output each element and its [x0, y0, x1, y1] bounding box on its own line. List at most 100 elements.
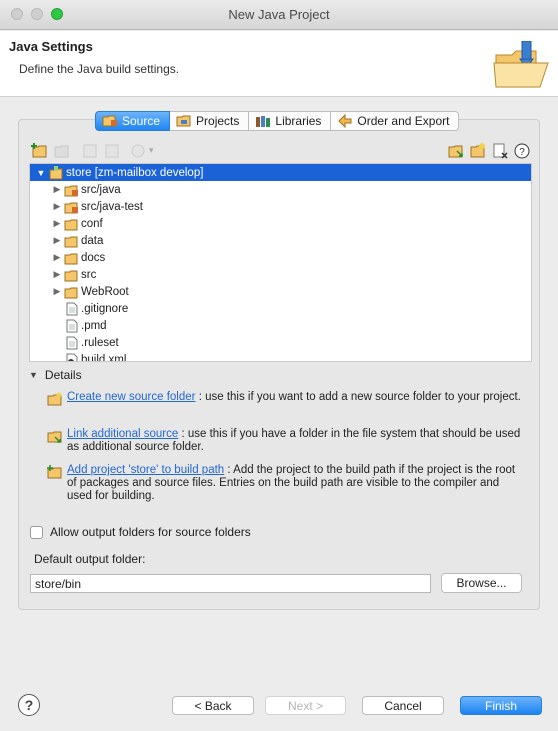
back-button[interactable]: < Back [172, 696, 254, 715]
ant-file-icon [66, 353, 78, 361]
disclosure-expanded-icon: ▼ [29, 370, 38, 380]
detail-link-additional-source: Link additional source : use this if you… [47, 428, 527, 456]
add-project-build-path-icon [47, 465, 62, 479]
detail-create-source-folder: Create new source folder : use this if y… [47, 391, 527, 419]
tree-row[interactable]: ▶ WebRoot [30, 283, 531, 300]
tree-row[interactable]: ▶ data [30, 232, 531, 249]
help-circle-icon[interactable]: ? [513, 142, 531, 160]
tree-row[interactable]: .pmd [30, 317, 531, 334]
open-folder-wizard-icon [493, 41, 549, 88]
project-icon [49, 165, 63, 179]
allow-output-folders-checkbox[interactable] [30, 525, 43, 539]
source-folder-icon [102, 115, 117, 127]
link-additional-source-link[interactable]: Link additional source [67, 428, 178, 440]
include-icon[interactable] [81, 142, 99, 160]
next-button[interactable]: Next > [265, 696, 346, 715]
cancel-button[interactable]: Cancel [362, 696, 444, 715]
detail-add-project-build-path: Add project 'store' to build path : Add … [47, 464, 527, 506]
folder-icon [64, 287, 78, 298]
source-toolbar: ▾ ? [29, 141, 532, 163]
tree-row-label: conf [81, 217, 103, 230]
tree-row[interactable]: ▶ src/java-test [30, 198, 531, 215]
svg-text:?: ? [519, 147, 525, 158]
tree-row[interactable]: ▶ src [30, 266, 531, 283]
tree-row-label: WebRoot [81, 285, 129, 298]
tab-projects-label: Projects [196, 114, 240, 128]
tree-row[interactable]: .gitignore [30, 300, 531, 317]
default-output-folder-input[interactable] [30, 574, 431, 593]
remove-from-build-path-icon[interactable] [491, 142, 509, 160]
details-label: Details [44, 368, 82, 382]
libraries-icon [256, 116, 271, 127]
detail-text: : use this if you want to add a new sour… [198, 391, 521, 403]
window-title: New Java Project [228, 7, 330, 22]
file-icon [66, 319, 78, 332]
tree-row-label: .pmd [81, 319, 107, 332]
new-folder-icon[interactable] [469, 142, 487, 160]
wizard-header: Java Settings Define the Java build sett… [0, 31, 558, 97]
exclude-icon[interactable] [103, 142, 121, 160]
folder-icon [64, 253, 78, 264]
tab-source-label: Source [122, 114, 161, 128]
page-title: Java Settings [9, 39, 93, 54]
disclosure-expanded-icon[interactable]: ▼ [36, 168, 46, 178]
tab-projects[interactable]: Projects [170, 111, 250, 131]
link-source-icon[interactable] [53, 142, 71, 160]
chevron-down-icon[interactable]: ▾ [149, 145, 154, 156]
browse-button[interactable]: Browse... [441, 573, 522, 593]
disclosure-collapsed-icon[interactable]: ▶ [52, 286, 62, 297]
allow-output-folders-label: Allow output folders for source folders [50, 525, 251, 539]
order-export-icon [338, 114, 352, 128]
new-source-folder-icon [47, 392, 62, 406]
add-project-to-build-path-link[interactable]: Add project 'store' to build path [67, 464, 224, 476]
disclosure-collapsed-icon[interactable]: ▶ [52, 184, 62, 195]
add-source-folder-icon[interactable] [31, 142, 49, 160]
folder-icon [64, 270, 78, 281]
tree-row-label: data [81, 234, 104, 247]
tree-row[interactable]: ▶ src/java [30, 181, 531, 198]
tab-libraries[interactable]: Libraries [249, 111, 332, 131]
configure-icon[interactable] [129, 142, 147, 160]
tree-row[interactable]: build.xml [30, 351, 531, 362]
disclosure-collapsed-icon[interactable]: ▶ [52, 235, 62, 246]
tab-source[interactable]: Source [95, 111, 171, 131]
disclosure-collapsed-icon[interactable]: ▶ [52, 218, 62, 229]
link-folder-icon[interactable] [447, 142, 465, 160]
folder-icon [64, 219, 78, 230]
tree-row[interactable]: ▶ conf [30, 215, 531, 232]
tree-row-label: .gitignore [81, 302, 129, 315]
file-icon [66, 336, 78, 349]
tree-row-label: docs [81, 251, 106, 264]
details-toggle[interactable]: ▼ Details [29, 368, 82, 382]
tree-row[interactable]: ▶ docs [30, 249, 531, 266]
folder-icon [64, 236, 78, 247]
package-folder-icon [64, 185, 78, 196]
link-source-folder-icon [47, 431, 62, 443]
disclosure-collapsed-icon[interactable]: ▶ [52, 201, 62, 212]
default-output-folder-label: Default output folder: [34, 552, 146, 566]
tab-order-and-export-label: Order and Export [357, 114, 450, 128]
create-source-folder-link[interactable]: Create new source folder [67, 391, 195, 403]
tree-root-label: store [zm-mailbox develop] [66, 166, 204, 179]
projects-icon [176, 115, 191, 127]
finish-button[interactable]: Finish [460, 696, 542, 715]
tree-row-label: build.xml [81, 353, 127, 362]
file-icon [66, 302, 78, 315]
tree-row-label: .ruleset [81, 336, 119, 349]
disclosure-collapsed-icon[interactable]: ▶ [52, 252, 62, 263]
tab-order-and-export[interactable]: Order and Export [331, 111, 460, 131]
disclosure-collapsed-icon[interactable]: ▶ [52, 269, 62, 280]
title-bar: New Java Project [0, 0, 558, 30]
tree-row-label: src/java [81, 183, 121, 196]
allow-output-folders-option[interactable]: Allow output folders for source folders [30, 525, 251, 539]
package-folder-icon [64, 202, 78, 213]
help-button[interactable]: ? [18, 694, 40, 716]
tree-root-row[interactable]: ▼ store [zm-mailbox develop] [30, 164, 531, 181]
tree-row-label: src [81, 268, 97, 281]
page-description: Define the Java build settings. [19, 62, 180, 76]
tab-libraries-label: Libraries [275, 114, 322, 128]
build-path-tabs: Source Projects Libraries Order and Expo… [95, 111, 460, 131]
tree-row-label: src/java-test [81, 200, 143, 213]
tree-row[interactable]: .ruleset [30, 334, 531, 351]
source-folder-tree[interactable]: ▼ store [zm-mailbox develop] ▶ src/java ▶ s… [29, 163, 532, 362]
